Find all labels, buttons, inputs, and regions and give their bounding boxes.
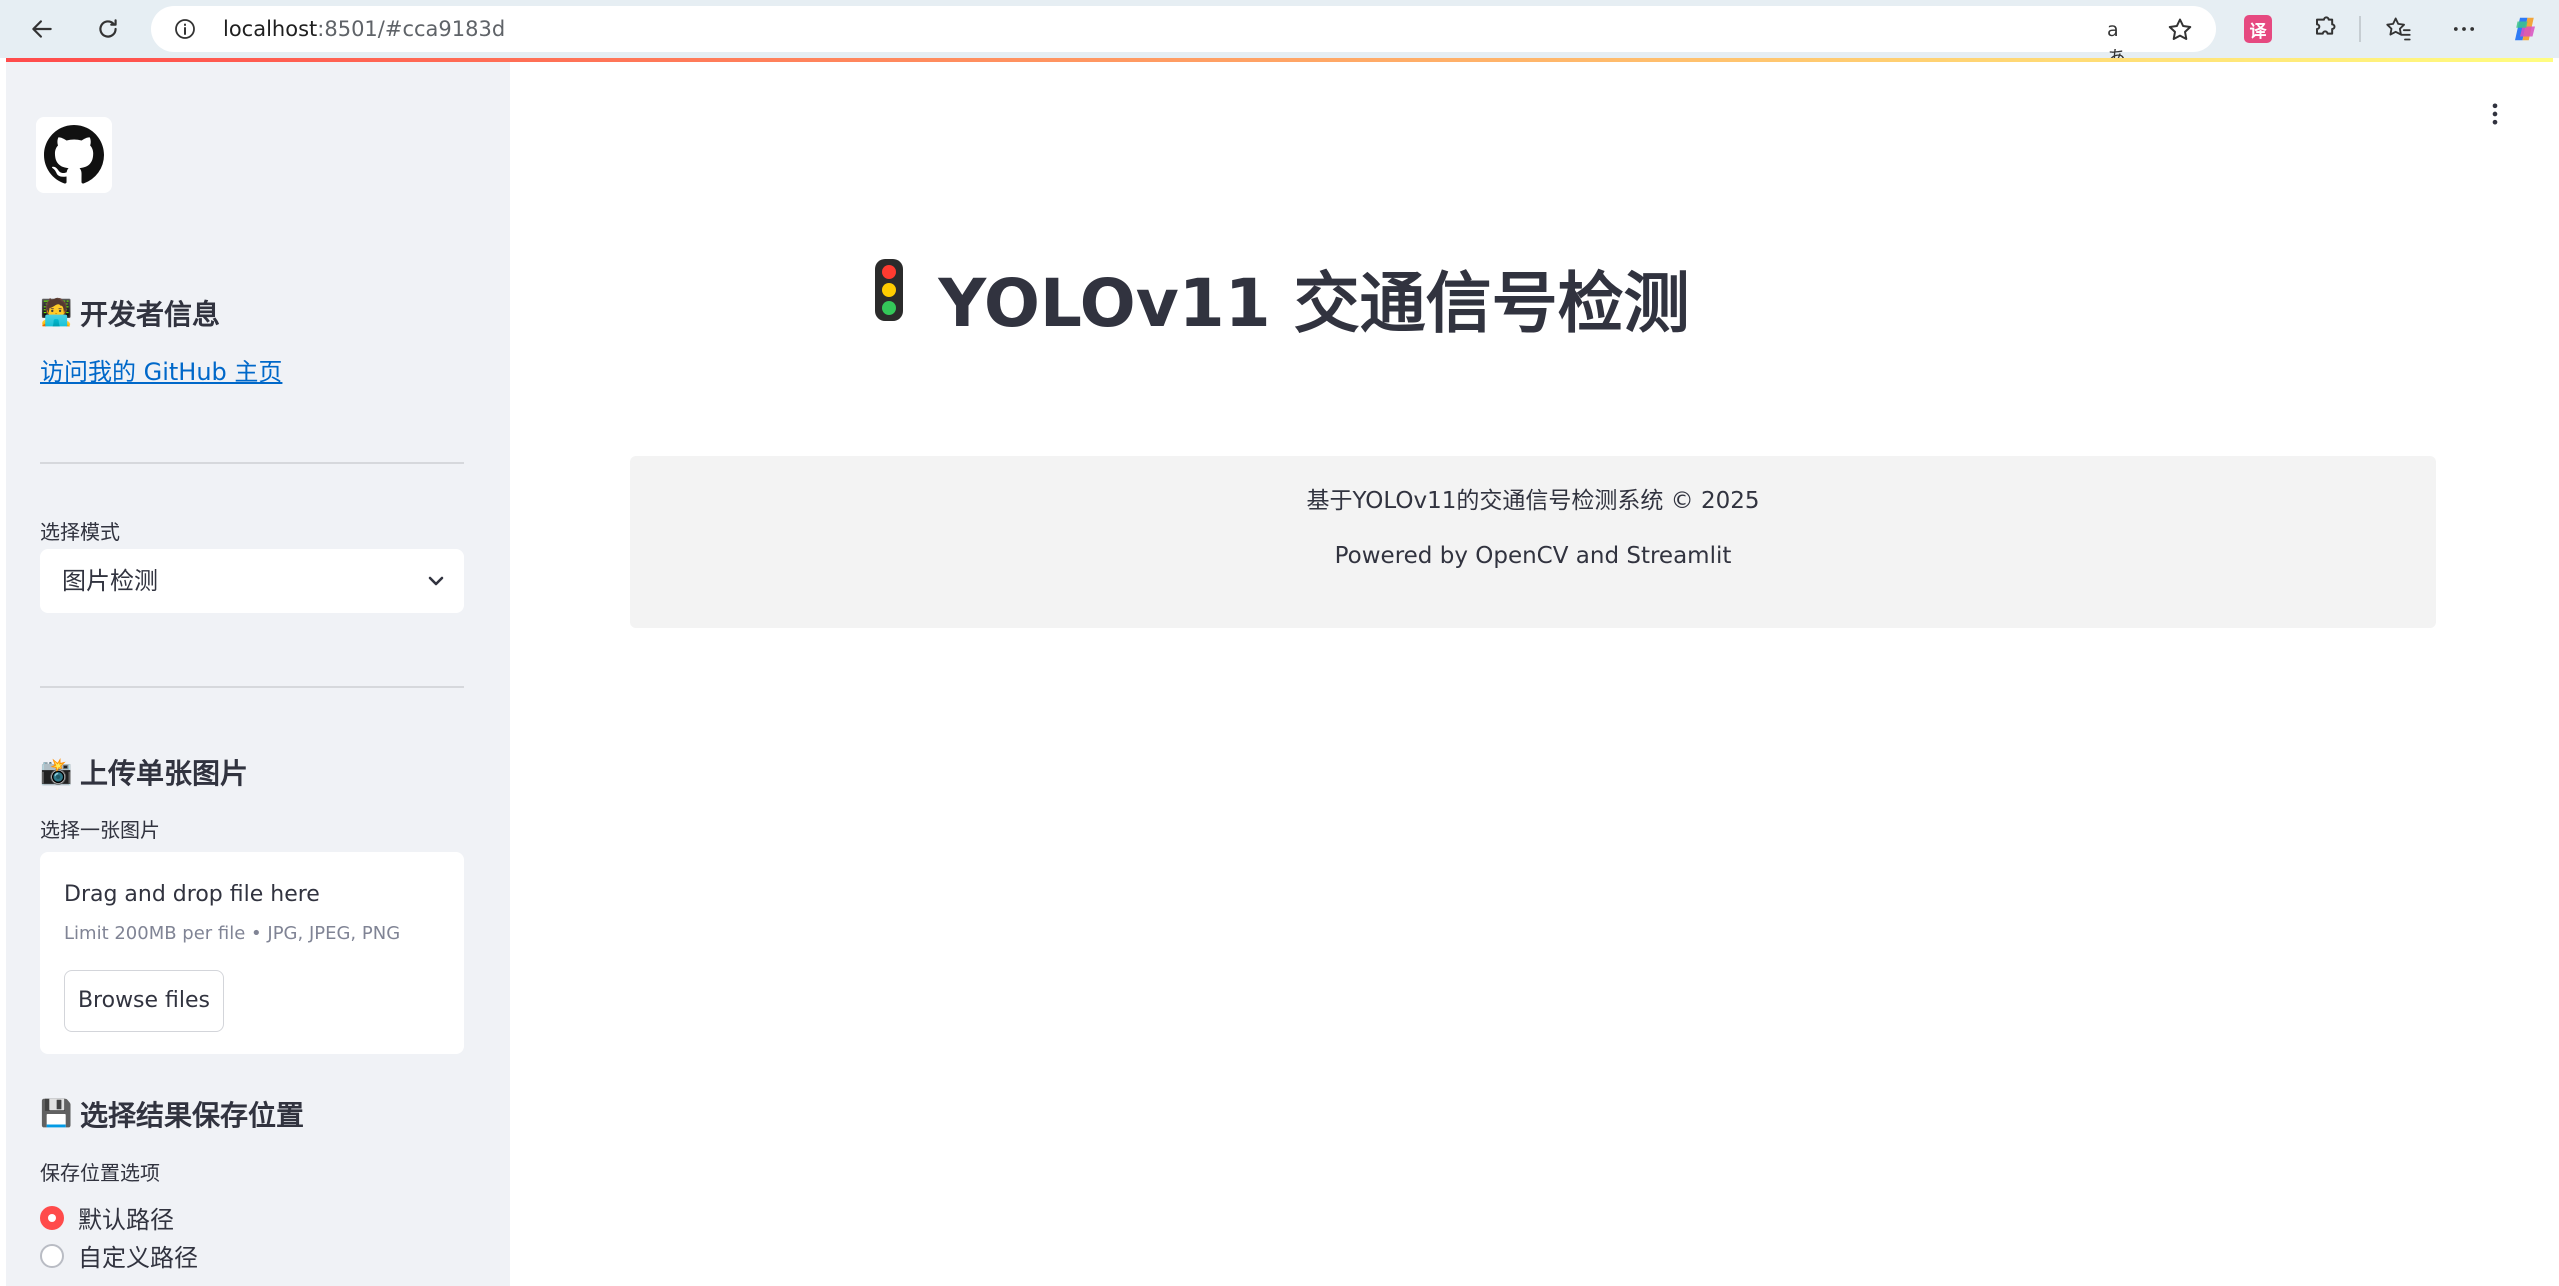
sidebar-divider [40, 686, 464, 688]
mode-select[interactable]: 图片检测 [40, 549, 464, 613]
refresh-icon[interactable] [86, 8, 130, 50]
radio-unselected-icon[interactable] [40, 1243, 64, 1268]
mode-label: 选择模式 [40, 520, 120, 544]
address-bar[interactable]: localhost:8501/#cca9183d aあ [151, 6, 2216, 69]
mode-select-value: 图片检测 [62, 567, 158, 595]
camera-emoji-icon: 📸 [40, 757, 73, 787]
radio-default-path[interactable]: 默认路径 [40, 1200, 174, 1235]
footer-powered-by: Powered by OpenCV and Streamlit [1334, 543, 1732, 569]
translate-extension-icon[interactable]: 译 [2244, 15, 2272, 43]
upload-label: 选择一张图片 [40, 818, 160, 842]
dropzone-title: Drag and drop file here [64, 882, 320, 907]
site-info-icon[interactable] [173, 17, 197, 41]
copilot-icon[interactable] [2510, 14, 2540, 44]
github-profile-link[interactable]: 访问我的 GitHub 主页 [40, 352, 282, 387]
chevron-down-icon [424, 569, 448, 593]
traffic-light-icon [874, 258, 904, 338]
favorites-icon[interactable] [2383, 14, 2413, 44]
save-heading: 💾 选择结果保存位置 [40, 1094, 304, 1134]
url-host: localhost [223, 17, 318, 41]
radio-label: 自定义路径 [78, 1244, 198, 1272]
footer-copyright: 基于YOLOv11的交通信号检测系统 © 2025 [1306, 488, 1760, 514]
url-text[interactable]: localhost:8501/#cca9183d [223, 6, 505, 52]
file-dropzone[interactable]: Drag and drop file here Limit 200MB per … [40, 852, 464, 1054]
more-icon[interactable] [2449, 14, 2479, 44]
save-option-label: 保存位置选项 [40, 1161, 160, 1185]
sidebar-divider [40, 462, 464, 464]
github-logo-icon[interactable] [36, 117, 112, 193]
read-aloud-icon[interactable]: aあ [2107, 16, 2135, 69]
dropzone-limit: Limit 200MB per file • JPG, JPEG, PNG [64, 923, 401, 944]
toolbar-divider [2359, 16, 2361, 42]
save-heading-text: 选择结果保存位置 [80, 1099, 305, 1132]
extensions-icon[interactable] [2309, 14, 2339, 44]
upload-heading: 📸 上传单张图片 [40, 752, 248, 792]
favorite-star-icon[interactable] [2166, 16, 2194, 44]
radio-selected-icon[interactable] [40, 1205, 64, 1230]
back-arrow-icon[interactable] [20, 8, 64, 50]
radio-label: 默认路径 [78, 1206, 174, 1234]
radio-custom-path[interactable]: 自定义路径 [40, 1238, 198, 1273]
floppy-disk-emoji-icon: 💾 [40, 1099, 73, 1129]
url-path: :8501/#cca9183d [317, 17, 506, 41]
footer: 基于YOLOv11的交通信号检测系统 © 2025 Powered by Ope… [630, 456, 2436, 628]
browser-toolbar: localhost:8501/#cca9183d aあ 译 [0, 0, 2559, 69]
page-title: YOLOv11 交通信号检测 [0, 250, 2559, 346]
kebab-menu-icon[interactable] [2481, 100, 2509, 128]
page-title-text: YOLOv11 交通信号检测 [938, 265, 1690, 342]
browse-files-button[interactable]: Browse files [64, 970, 224, 1032]
upload-heading-text: 上传单张图片 [80, 757, 249, 790]
main-content [510, 62, 2553, 1286]
